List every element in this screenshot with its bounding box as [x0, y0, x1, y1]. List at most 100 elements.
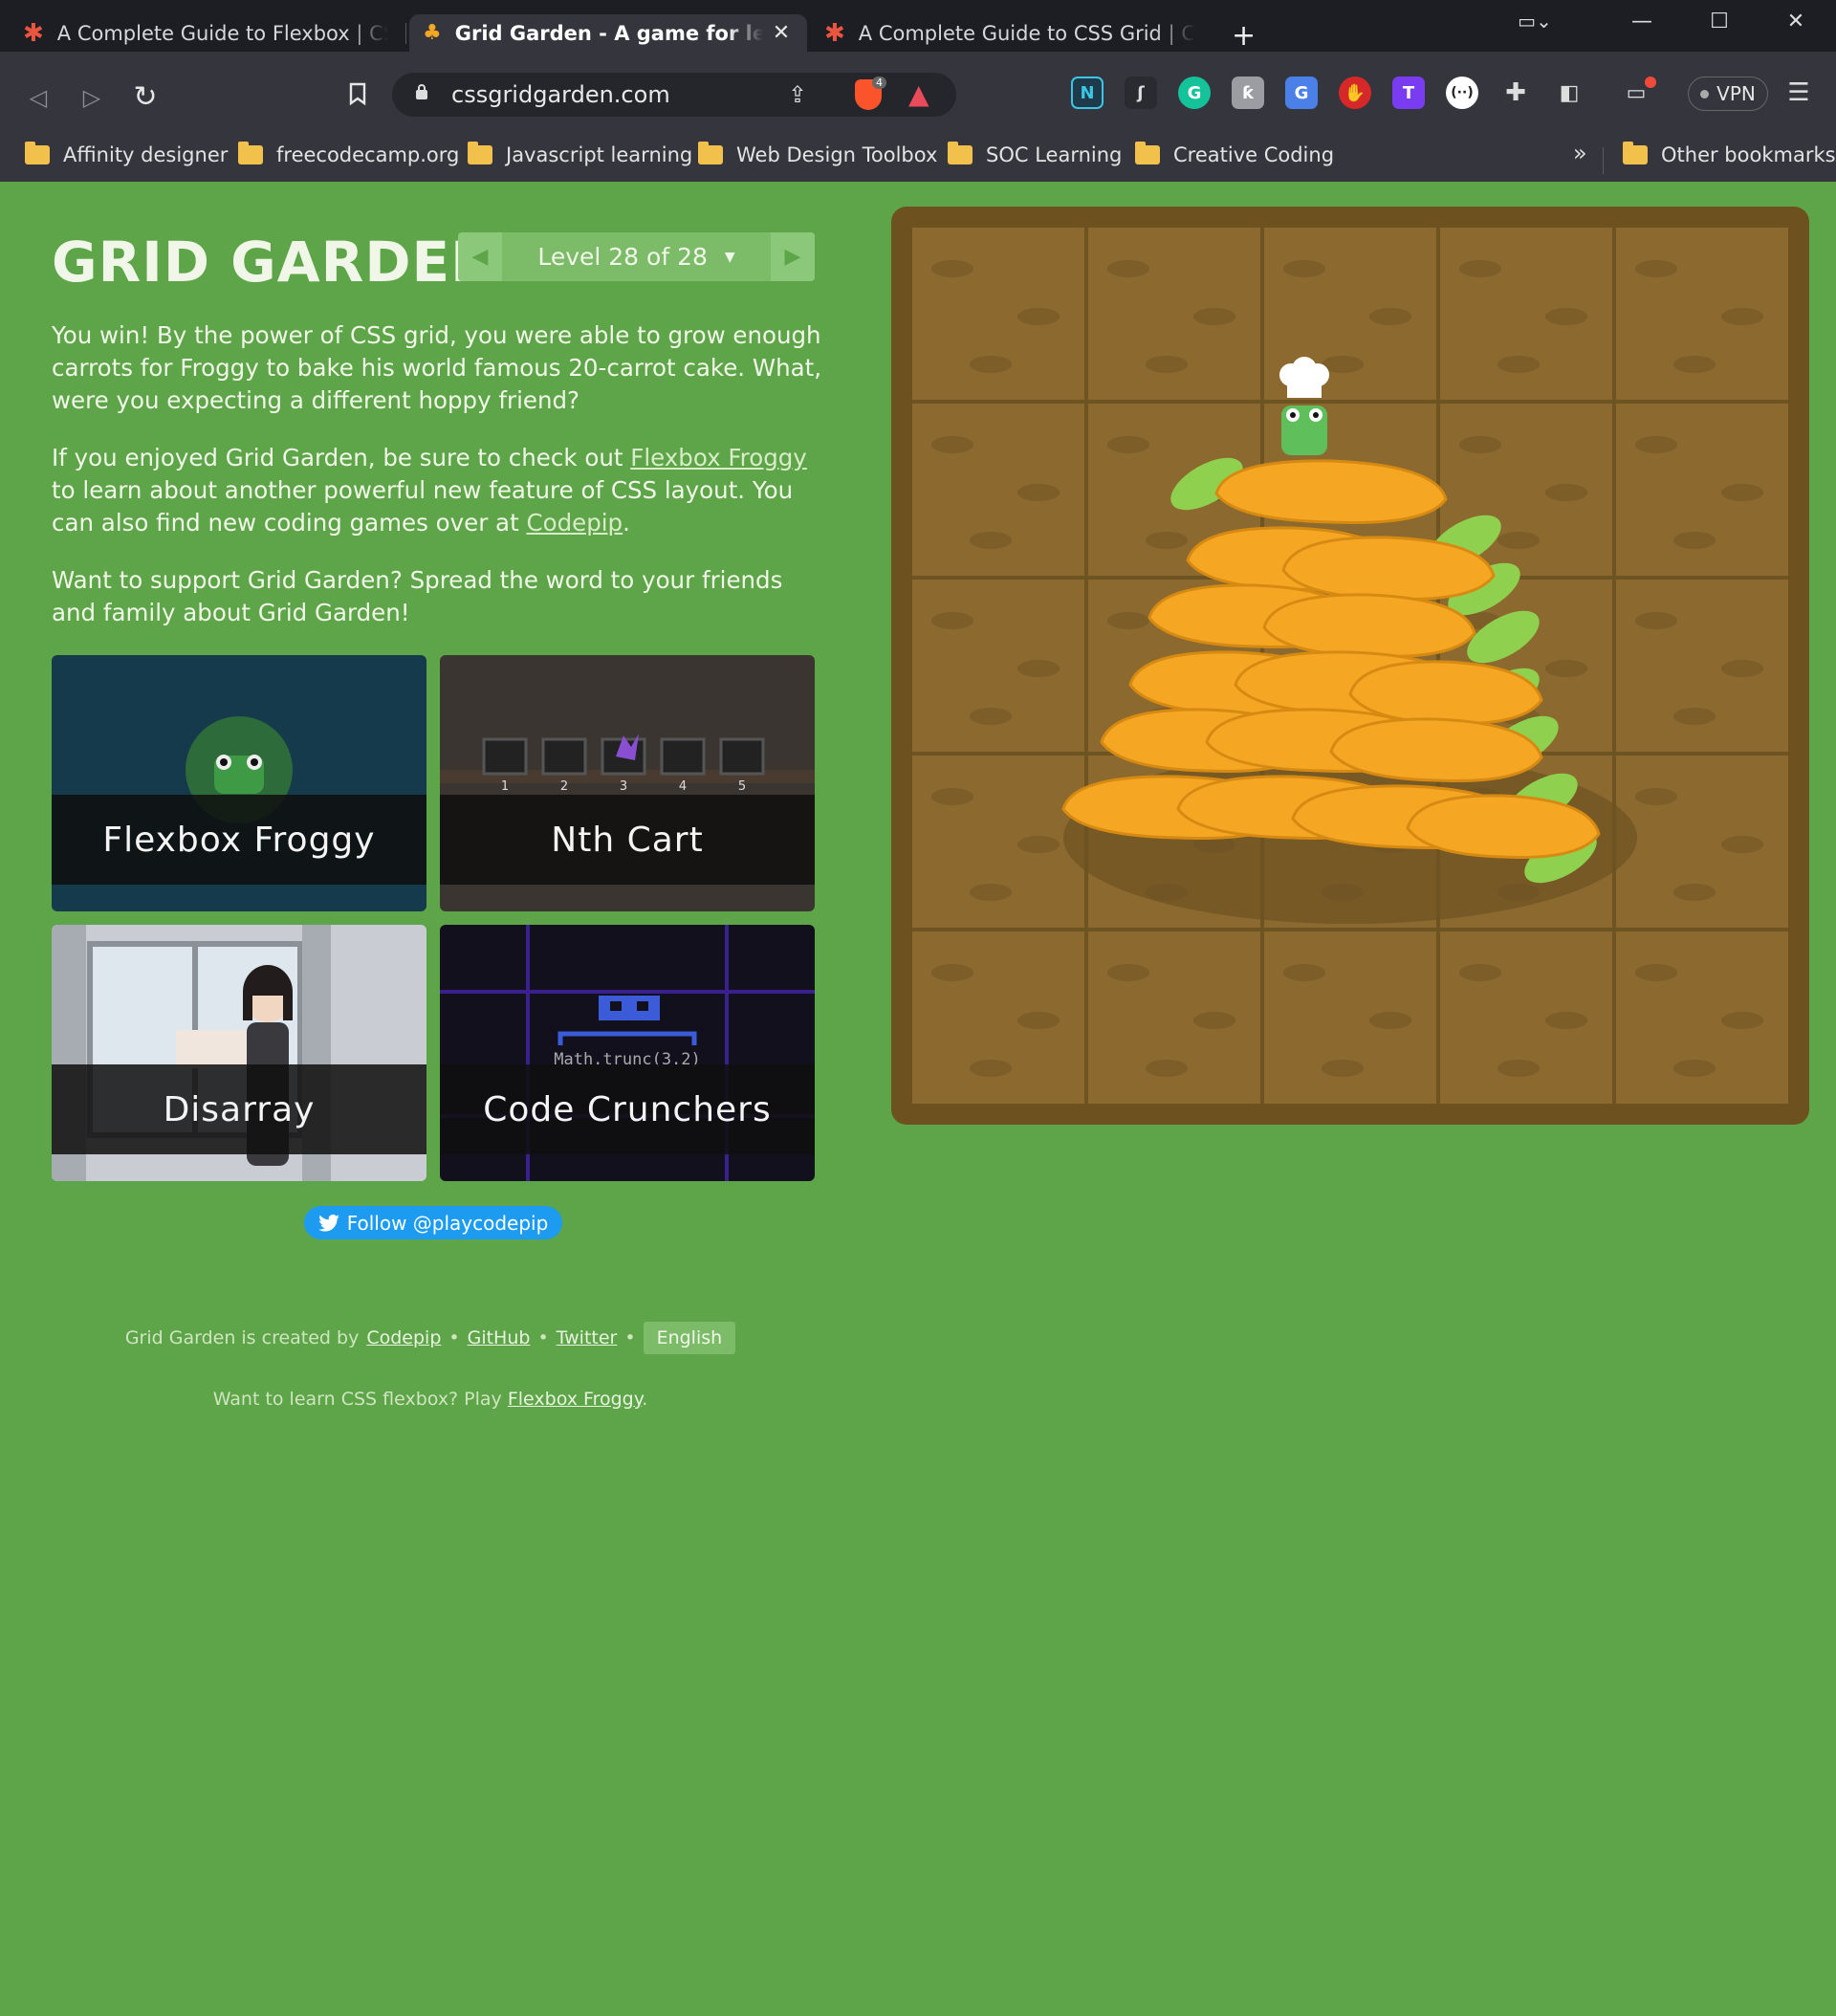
- level-navigator: ◀ Level 28 of 28 ▼ ▶: [458, 232, 815, 281]
- lock-icon: [416, 84, 427, 99]
- bullet: •: [448, 1327, 460, 1348]
- more-bookmarks-button[interactable]: »: [1573, 140, 1587, 166]
- bookmark-folder[interactable]: freecodecamp.org: [238, 140, 459, 170]
- nth-cart-card[interactable]: 1 2 3 4 5 Nth Cart: [440, 655, 815, 911]
- extensions-puzzle-icon[interactable]: ✚: [1499, 77, 1532, 109]
- tab-label: A Complete Guide to Flexbox | CSS-Tricks: [56, 21, 388, 45]
- bookmark-label: SOC Learning: [986, 143, 1123, 166]
- folder-icon: [238, 142, 263, 164]
- next-level-button[interactable]: ▶: [771, 232, 815, 281]
- github-link[interactable]: GitHub: [468, 1327, 531, 1348]
- vpn-status-dot: [1700, 89, 1710, 99]
- cart-number: 1: [501, 779, 509, 794]
- tab-divider: [405, 23, 406, 44]
- bookmark-folder[interactable]: SOC Learning: [948, 140, 1122, 170]
- dropdown-caret-icon: ▼: [724, 249, 735, 265]
- translate-icon[interactable]: G: [1285, 77, 1318, 109]
- folder-icon: [948, 142, 973, 164]
- extension-s-icon[interactable]: ʃ: [1125, 77, 1157, 109]
- grammarly-icon[interactable]: G: [1178, 77, 1211, 109]
- win-message: You win! By the power of CSS grid, you w…: [52, 321, 822, 414]
- brave-rewards-icon[interactable]: ▲: [908, 78, 929, 110]
- created-by-text: Grid Garden is created by: [124, 1327, 360, 1348]
- bookmark-page-icon[interactable]: [340, 80, 375, 115]
- flexbox-froggy-card[interactable]: Flexbox Froggy: [52, 655, 426, 911]
- extension-dots-icon[interactable]: (··): [1446, 77, 1478, 109]
- vpn-button[interactable]: VPN: [1688, 77, 1768, 111]
- extension-t-icon[interactable]: T: [1392, 77, 1425, 109]
- flexbox-froggy-link[interactable]: Flexbox Froggy: [630, 444, 807, 471]
- adblock-icon[interactable]: ✋: [1339, 77, 1371, 109]
- wallet-notification-dot: [1645, 77, 1656, 88]
- cart-number: 2: [560, 779, 568, 794]
- close-window-button[interactable]: ✕: [1777, 10, 1815, 33]
- folder-icon: [25, 142, 50, 164]
- tab-search-icon[interactable]: ▭⌄: [1516, 10, 1554, 33]
- prev-level-button[interactable]: ◀: [458, 232, 502, 281]
- forward-button[interactable]: ▷: [75, 80, 109, 115]
- enjoy-prefix: If you enjoyed Grid Garden, be sure to c…: [52, 444, 631, 471]
- level-label: Level 28 of 28: [537, 243, 708, 271]
- bookmark-folder[interactable]: Affinity designer: [25, 140, 228, 170]
- tab-grid-guide[interactable]: ✱ A Complete Guide to CSS Grid | CSS-Tri…: [811, 14, 1209, 52]
- bookmark-folder[interactable]: Creative Coding: [1135, 140, 1334, 170]
- bookmark-folder[interactable]: Web Design Toolbox: [698, 140, 937, 170]
- bookmark-folder[interactable]: Javascript learning: [468, 140, 692, 170]
- tab-flexbox-guide[interactable]: ✱ A Complete Guide to Flexbox | CSS-Tric…: [10, 14, 402, 52]
- bookmark-label: Affinity designer: [63, 143, 229, 166]
- support-message: Want to support Grid Garden? Spread the …: [52, 566, 783, 626]
- css-tricks-icon: ✱: [824, 18, 845, 48]
- folder-icon: [468, 142, 492, 164]
- bookmarks-divider: [1603, 147, 1604, 174]
- card-title: Code Crunchers: [440, 1064, 815, 1154]
- bookmark-label: Javascript learning: [506, 143, 693, 166]
- carrot-favicon-icon: ♣: [423, 21, 442, 45]
- back-button[interactable]: ◁: [21, 80, 55, 115]
- vpn-label: VPN: [1716, 82, 1756, 105]
- card-title: Nth Cart: [440, 795, 815, 885]
- flexbox-froggy-footer-link[interactable]: Flexbox Froggy: [508, 1389, 642, 1410]
- folder-icon: [1135, 142, 1160, 164]
- twitter-follow-button[interactable]: Follow @playcodepip: [304, 1206, 562, 1239]
- tab-grid-garden[interactable]: ♣ Grid Garden - A game for learning CSS …: [409, 14, 807, 52]
- bookmarks-bar: Affinity designer freecodecamp.org Javas…: [0, 128, 1836, 182]
- extension-k-icon[interactable]: ƙ: [1232, 77, 1264, 109]
- left-arrow-icon: ◀: [471, 245, 489, 269]
- codepip-footer-link[interactable]: Codepip: [366, 1327, 441, 1348]
- cart-number: 5: [738, 779, 746, 794]
- language-select[interactable]: English: [643, 1322, 736, 1354]
- chef-frog-icon: [1279, 357, 1329, 455]
- reload-button[interactable]: ↻: [128, 80, 163, 115]
- wallet-icon[interactable]: ▭: [1620, 77, 1656, 109]
- cart-number: 3: [620, 779, 627, 794]
- codepip-link[interactable]: Codepip: [526, 509, 623, 537]
- extension-n-icon[interactable]: N: [1071, 77, 1104, 109]
- menu-icon[interactable]: ☰: [1782, 77, 1815, 109]
- folder-icon: [698, 142, 723, 164]
- maximize-button[interactable]: ☐: [1700, 10, 1738, 33]
- code-crunchers-card[interactable]: Math.trunc(3.2) Code Crunchers: [440, 925, 815, 1181]
- address-bar[interactable]: cssgridgarden.com ⇪ 4 ▲: [392, 73, 956, 117]
- disarray-card[interactable]: Disarray: [52, 925, 426, 1181]
- twitter-link[interactable]: Twitter: [557, 1327, 618, 1348]
- minimize-button[interactable]: —: [1623, 10, 1661, 33]
- carrot: [1262, 593, 1476, 658]
- other-bookmarks-folder[interactable]: Other bookmarks: [1623, 140, 1836, 170]
- enjoy-message: If you enjoyed Grid Garden, be sure to c…: [52, 442, 826, 539]
- cart-number: 4: [679, 779, 687, 794]
- bookmark-label: Creative Coding: [1173, 143, 1335, 166]
- bullet: •: [624, 1327, 636, 1348]
- enjoy-suffix: .: [623, 509, 630, 537]
- promo-prefix: Want to learn CSS flexbox? Play: [212, 1389, 508, 1410]
- enjoy-middle: to learn about another powerful new feat…: [52, 476, 794, 537]
- bookmark-label: Web Design Toolbox: [736, 143, 938, 166]
- sidebar-toggle-icon[interactable]: ◧: [1553, 77, 1585, 109]
- close-tab-icon[interactable]: ✕: [769, 21, 794, 45]
- footer-credits: Grid Garden is created by Codepip • GitH…: [0, 1322, 861, 1354]
- right-arrow-icon: ▶: [784, 245, 801, 269]
- new-tab-button[interactable]: +: [1232, 22, 1256, 51]
- bookmark-label: freecodecamp.org: [276, 143, 460, 166]
- share-icon[interactable]: ⇪: [788, 81, 807, 108]
- level-indicator[interactable]: Level 28 of 28 ▼: [502, 232, 771, 281]
- tab-label: A Complete Guide to CSS Grid | CSS-Trick…: [858, 21, 1195, 45]
